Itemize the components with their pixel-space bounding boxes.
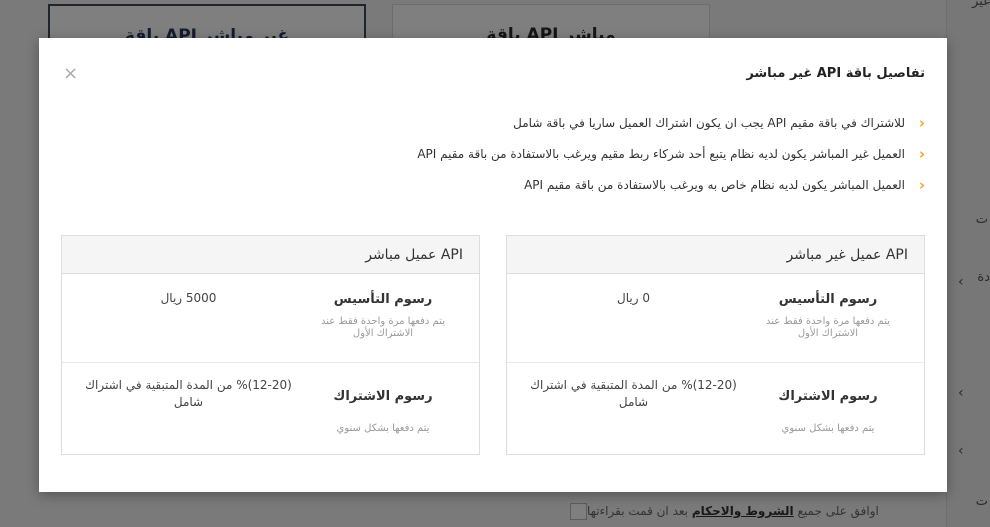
subscription-fee-label: رسوم الاشتراك (333, 389, 433, 404)
subscription-fee-value: (12-20)% من المدة المتبقية في اشتراك شام… (530, 378, 737, 409)
subscription-fee-note: يتم دفعها بشكل سنوي (781, 423, 875, 434)
setup-fee-note: يتم دفعها مرة واحدة فقط عند الاشتراك الأ… (320, 316, 446, 339)
chevron-left-icon: ‹ (918, 114, 925, 132)
list-item: ‹ للاشتراك في باقة مقيم API يجب ان يكون … (65, 113, 925, 133)
subscription-fee-value: (12-20)% من المدة المتبقية في اشتراك شام… (85, 378, 292, 409)
setup-fee-value: 0 ريال (617, 291, 650, 305)
table-row: رسوم التأسيس يتم دفعها مرة واحدة فقط عند… (507, 274, 924, 362)
chevron-left-icon: ‹ (918, 145, 925, 163)
note-text: للاشتراك في باقة مقيم API يجب ان يكون اش… (513, 116, 905, 130)
notes-list: ‹ للاشتراك في باقة مقيم API يجب ان يكون … (65, 113, 925, 206)
package-table-indirect: API عميل غير مباشر رسوم التأسيس يتم دفعه… (506, 235, 925, 455)
package-table-direct: API عميل مباشر رسوم التأسيس يتم دفعها مر… (61, 235, 480, 455)
setup-fee-note: يتم دفعها مرة واحدة فقط عند الاشتراك الأ… (765, 316, 891, 339)
table-row: رسوم الاشتراك يتم دفعها بشكل سنوي (12-20… (507, 362, 924, 454)
table-row: رسوم التأسيس يتم دفعها مرة واحدة فقط عند… (62, 274, 479, 362)
setup-fee-label: رسوم التأسيس (778, 292, 878, 307)
chevron-left-icon: ‹ (918, 176, 925, 194)
subscription-fee-label: رسوم الاشتراك (778, 389, 878, 404)
list-item: ‹ العميل المباشر يكون لديه نظام خاص به و… (65, 175, 925, 195)
close-icon[interactable]: × (63, 64, 78, 84)
table-row: رسوم الاشتراك يتم دفعها بشكل سنوي (12-20… (62, 362, 479, 454)
subscription-fee-note: يتم دفعها بشكل سنوي (336, 423, 430, 434)
note-text: العميل غير المباشر يكون لديه نظام يتبع أ… (417, 147, 905, 161)
note-text: العميل المباشر يكون لديه نظام خاص به وير… (524, 178, 905, 192)
package-details-modal: تفاصيل باقة API غير مباشر × ‹ للاشتراك ف… (39, 38, 947, 492)
setup-fee-value: 5000 ريال (160, 291, 217, 305)
package-table-title: API عميل غير مباشر (507, 236, 924, 274)
modal-title: تفاصيل باقة API غير مباشر (746, 66, 925, 81)
package-table-title: API عميل مباشر (62, 236, 479, 274)
list-item: ‹ العميل غير المباشر يكون لديه نظام يتبع… (65, 144, 925, 164)
setup-fee-label: رسوم التأسيس (333, 292, 433, 307)
